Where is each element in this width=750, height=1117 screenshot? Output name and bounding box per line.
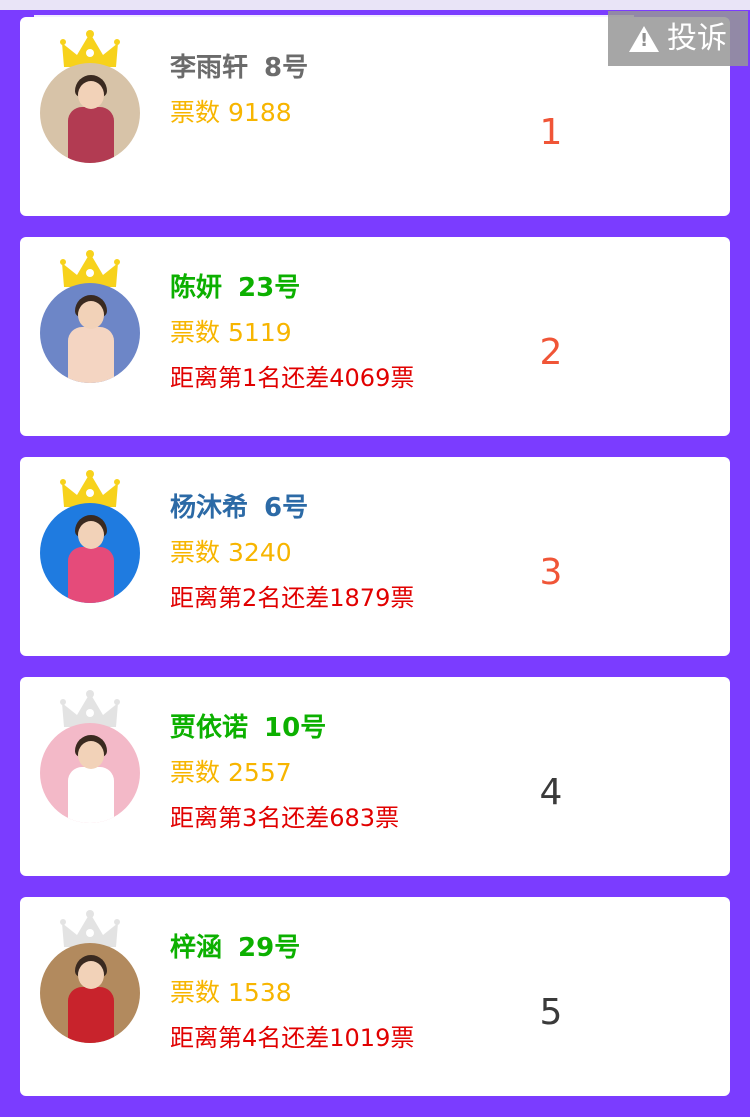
votes-label: 票数 (170, 318, 221, 347)
top-bar (0, 0, 750, 10)
votes-label: 票数 (170, 758, 221, 787)
contestant-name-line: 杨沐希 6号 (170, 487, 308, 524)
contestant-avatar[interactable] (40, 723, 140, 823)
contestant-name: 李雨轩 (170, 53, 249, 83)
avatar-head (78, 961, 104, 989)
contestant-avatar[interactable] (40, 63, 140, 163)
avatar-figure (68, 327, 114, 383)
vote-gap-text: 距离第1名还差4069票 (170, 364, 415, 392)
contestant-avatar[interactable] (40, 283, 140, 383)
avatar-head (78, 521, 104, 549)
contestant-number: 8号 (264, 53, 309, 83)
contestant-name: 贾依诺 (170, 713, 249, 743)
vote-count-line: 票数 2557 (170, 753, 292, 789)
contestant-name-line: 陈妍 23号 (170, 267, 300, 304)
contestant-number: 29号 (238, 933, 301, 963)
avatar-head (78, 301, 104, 329)
votes-label: 票数 (170, 978, 221, 1007)
vote-count: 2557 (228, 758, 292, 787)
vote-gap-text: 距离第3名还差683票 (170, 804, 400, 832)
ranking-card[interactable]: 贾依诺 10号 票数 2557 距离第3名还差683票 4 (20, 677, 730, 876)
contestant-name: 陈妍 (170, 273, 223, 303)
avatar-with-crown (40, 469, 140, 603)
contestant-number: 10号 (264, 713, 327, 743)
avatar-with-crown (40, 689, 140, 823)
avatar-head (78, 741, 104, 769)
avatar-figure (68, 107, 114, 163)
vote-count-line: 票数 5119 (170, 313, 292, 349)
contestant-avatar[interactable] (40, 943, 140, 1043)
contestant-avatar[interactable] (40, 503, 140, 603)
avatar-with-crown (40, 909, 140, 1043)
rank-number: 3 (539, 552, 563, 593)
contestant-number: 23号 (238, 273, 301, 303)
rank-number: 5 (539, 992, 563, 1033)
avatar-head (78, 81, 104, 109)
complain-button[interactable]: 投诉 (608, 11, 748, 66)
vote-count-line: 票数 3240 (170, 533, 292, 569)
avatar-figure (68, 547, 114, 603)
contestant-name-line: 李雨轩 8号 (170, 47, 308, 84)
vote-count: 1538 (228, 978, 292, 1007)
rank-number: 4 (539, 772, 563, 813)
ranking-card[interactable]: 陈妍 23号 票数 5119 距离第1名还差4069票 2 (20, 237, 730, 436)
rank-number: 2 (539, 332, 563, 373)
avatar-with-crown (40, 29, 140, 163)
avatar-figure (68, 767, 114, 823)
vote-count: 9188 (228, 98, 292, 127)
complain-label: 投诉 (667, 21, 727, 56)
votes-label: 票数 (170, 538, 221, 567)
avatar-figure (68, 987, 114, 1043)
vote-count-line: 票数 1538 (170, 973, 292, 1009)
contestant-name-line: 贾依诺 10号 (170, 707, 326, 744)
vote-count: 5119 (228, 318, 292, 347)
warning-icon (629, 25, 659, 52)
vote-count-line: 票数 9188 (170, 93, 292, 129)
rank-number: 1 (539, 112, 563, 153)
contestant-name: 杨沐希 (170, 493, 249, 523)
ranking-card[interactable]: 梓涵 29号 票数 1538 距离第4名还差1019票 5 (20, 897, 730, 1096)
vote-gap-text: 距离第4名还差1019票 (170, 1024, 415, 1052)
ranking-card[interactable]: 杨沐希 6号 票数 3240 距离第2名还差1879票 3 (20, 457, 730, 656)
ranking-list: 李雨轩 8号 票数 9188 1 陈妍 23号 票数 5119 距离第1名还差4… (20, 17, 730, 1117)
contestant-name-line: 梓涵 29号 (170, 927, 300, 964)
vote-count: 3240 (228, 538, 292, 567)
votes-label: 票数 (170, 98, 221, 127)
vote-gap-text: 距离第2名还差1879票 (170, 584, 415, 612)
contestant-name: 梓涵 (170, 933, 223, 963)
contestant-number: 6号 (264, 493, 309, 523)
avatar-with-crown (40, 249, 140, 383)
